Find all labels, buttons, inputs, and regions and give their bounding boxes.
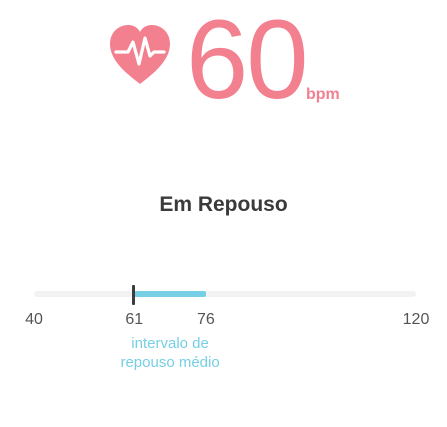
heart-pulse-icon bbox=[110, 25, 170, 84]
range-track bbox=[34, 291, 416, 297]
current-value-marker bbox=[132, 285, 136, 305]
average-range-caption-line1: intervalo de bbox=[131, 335, 209, 352]
heart-rate-value: 60 bbox=[186, 0, 309, 122]
tick-label-max: 120 bbox=[402, 311, 430, 328]
average-range-fill bbox=[134, 291, 206, 297]
average-range-caption: intervalo de repouso médio bbox=[110, 334, 230, 372]
tick-label-average-low: 61 bbox=[125, 311, 144, 328]
state-label: Em Repouso bbox=[159, 193, 288, 216]
tick-label-min: 40 bbox=[25, 311, 43, 328]
heart-rate-unit: bpm bbox=[306, 86, 340, 103]
tick-label-average-high: 76 bbox=[196, 311, 215, 328]
resting-range-bar: 40 61 76 120 intervalo de repouso médio bbox=[0, 280, 447, 380]
heart-rate-display: 60 bpm bbox=[0, 0, 447, 130]
average-range-caption-line2: repouso médio bbox=[120, 354, 220, 371]
